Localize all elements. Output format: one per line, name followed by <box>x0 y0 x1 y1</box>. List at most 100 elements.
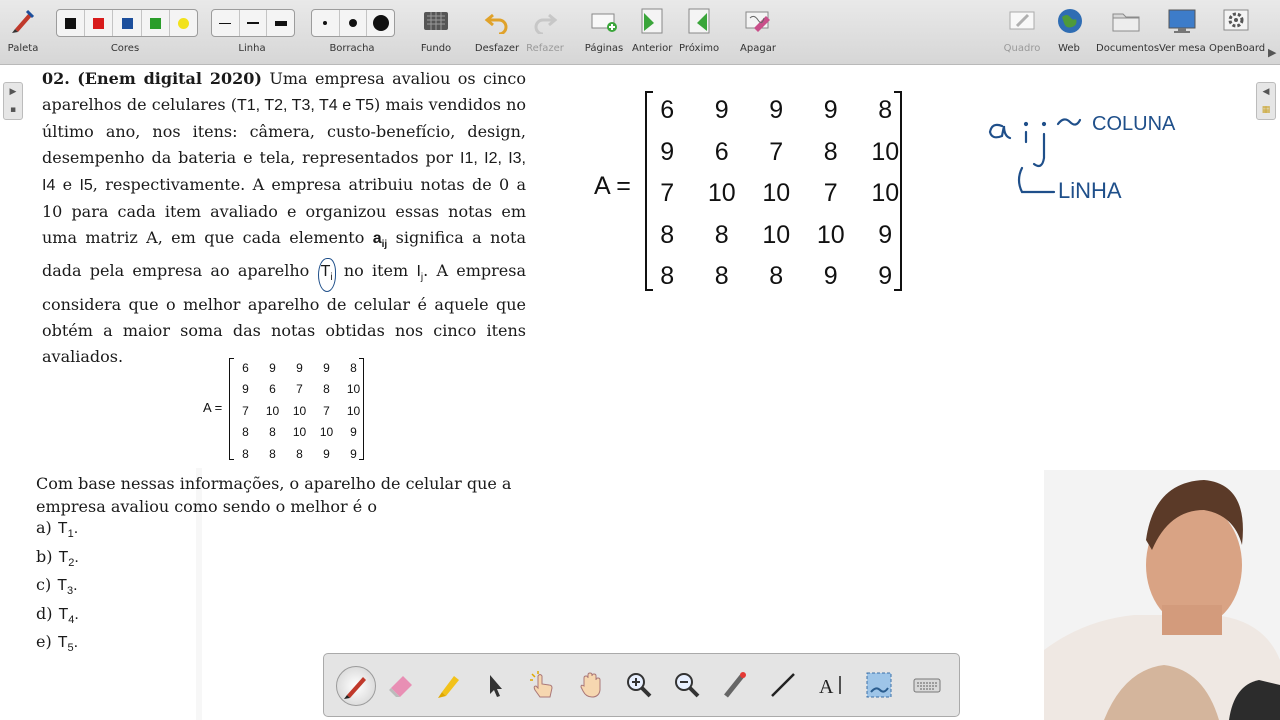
desktop-label: Ver mesa <box>1159 43 1206 54</box>
small-matrix-cell: 10 <box>319 425 334 440</box>
handwriting-linha: LiNHA <box>1058 178 1122 203</box>
big-matrix-cell: 6 <box>660 96 675 125</box>
laser-pointer-tool[interactable] <box>716 666 754 704</box>
big-matrix-cell: 8 <box>714 262 729 291</box>
small-matrix-grid: 6 9 9 9 8 9 6 7 8 10 7 10 10 7 10 8 8 10 10 9 8 8 8 9 9 <box>232 357 367 465</box>
big-matrix-cell: 10 <box>707 179 736 208</box>
desktop-monitor-icon[interactable] <box>1167 6 1197 36</box>
pages-icon[interactable] <box>589 6 619 36</box>
zoom-out-tool[interactable] <box>668 666 706 704</box>
small-matrix-cell: 9 <box>350 425 357 440</box>
handwriting-j <box>1032 132 1046 168</box>
previous-page-label: Anterior <box>632 43 673 54</box>
line-medium-option[interactable] <box>240 10 268 36</box>
interact-tool[interactable] <box>524 666 562 704</box>
openboard-settings-icon[interactable] <box>1221 6 1251 36</box>
small-matrix-cell: 10 <box>292 425 307 440</box>
toolbar-overflow-icon[interactable]: ▶ <box>1268 46 1276 59</box>
answer-option: a) T1. <box>36 518 79 547</box>
big-matrix-cell: 10 <box>762 220 791 249</box>
eraser-large-option[interactable] <box>367 10 394 36</box>
big-matrix-cell: 8 <box>660 262 675 291</box>
small-matrix-cell: 8 <box>350 360 357 375</box>
hand-tool[interactable] <box>572 666 610 704</box>
previous-page-icon[interactable] <box>637 6 667 36</box>
redo-icon[interactable] <box>530 6 560 36</box>
pointing-hand-icon <box>530 671 553 698</box>
answer-option: c) T3. <box>36 575 79 604</box>
device-list: T1, T2, T3, T4 e T5 <box>236 97 375 114</box>
right-panel-toggle[interactable]: ◀ ▦ <box>1256 82 1276 120</box>
drawing-tools-bar: A <box>323 653 960 717</box>
color-swatch-green[interactable] <box>142 10 170 36</box>
capture-tool[interactable] <box>860 666 898 704</box>
openboard-label: OpenBoard <box>1209 43 1266 54</box>
small-matrix-cell: 10 <box>346 382 361 397</box>
background-icon[interactable] <box>421 6 451 36</box>
color-swatch-blue[interactable] <box>113 10 142 36</box>
highlighter-tool[interactable] <box>430 666 468 704</box>
item-five: I5 <box>79 177 93 194</box>
eraser-small-option[interactable] <box>312 10 340 36</box>
hand-icon <box>580 672 601 698</box>
eraser-size-selector[interactable] <box>311 9 395 37</box>
next-page-label: Próximo <box>679 43 720 54</box>
background-label: Fundo <box>420 43 452 54</box>
option-value: T5. <box>57 634 79 655</box>
board-icon[interactable] <box>1007 6 1037 36</box>
big-matrix-cell: 8 <box>660 220 675 249</box>
palette-label: Paleta <box>7 43 39 54</box>
color-swatch-yellow[interactable] <box>170 10 197 36</box>
option-letter: b) <box>36 546 53 566</box>
answer-option: d) T4. <box>36 604 79 633</box>
color-swatch-black[interactable] <box>57 10 86 36</box>
zoom-out-icon <box>675 673 700 698</box>
big-matrix-cell: 10 <box>871 179 900 208</box>
undo-label: Desfazer <box>474 43 520 54</box>
eraser-tool[interactable] <box>382 666 420 704</box>
line-thin-option[interactable] <box>212 10 240 36</box>
grip-icon: ▪ <box>9 105 17 115</box>
tilde-arrow <box>1056 118 1082 126</box>
big-matrix-cell: 9 <box>878 220 893 249</box>
big-matrix-cell: 9 <box>823 262 838 291</box>
undo-icon[interactable] <box>482 6 512 36</box>
text-icon: A <box>819 676 841 698</box>
line-thick-option[interactable] <box>267 10 294 36</box>
capture-icon <box>866 672 892 698</box>
zoom-in-tool[interactable] <box>620 666 658 704</box>
next-page-icon[interactable] <box>684 6 714 36</box>
pages-label: Páginas <box>584 43 624 54</box>
small-matrix-cell: 6 <box>242 360 249 375</box>
big-matrix-cell: 10 <box>871 137 900 166</box>
small-matrix-cell: 9 <box>296 360 303 375</box>
text-tool[interactable]: A <box>812 666 850 704</box>
line-tool[interactable] <box>764 666 802 704</box>
big-matrix-cell: 8 <box>769 262 784 291</box>
clear-page-icon[interactable] <box>743 6 773 36</box>
option-letter: a) <box>36 518 52 537</box>
left-panel-toggle[interactable]: ▶ ▪ <box>3 82 23 120</box>
small-matrix-cell: 9 <box>350 446 357 461</box>
big-matrix-cell: 9 <box>660 137 675 166</box>
colors-selector[interactable] <box>56 9 198 37</box>
palette-icon[interactable] <box>8 6 38 36</box>
big-matrix-cell: 9 <box>823 96 838 125</box>
option-value: T2. <box>58 548 79 569</box>
eraser-medium-option[interactable] <box>340 10 368 36</box>
small-matrix-cell: 8 <box>269 446 276 461</box>
small-matrix-cell: 8 <box>242 425 249 440</box>
documents-label: Documentos <box>1096 43 1160 54</box>
big-matrix-grid: 6 9 9 9 8 9 6 7 8 10 7 10 10 7 10 8 8 10 10 9 8 8 8 9 9 <box>640 90 913 298</box>
question-text: 02. (Enem digital 2020) Uma empresa aval… <box>36 66 526 370</box>
documents-folder-icon[interactable] <box>1111 6 1141 36</box>
big-matrix-cell: 7 <box>660 179 675 208</box>
line-width-selector[interactable] <box>211 9 295 37</box>
color-swatch-red[interactable] <box>85 10 114 36</box>
pen-tool[interactable] <box>336 666 376 706</box>
virtual-keyboard-tool[interactable] <box>908 666 946 704</box>
web-globe-icon[interactable] <box>1055 6 1085 36</box>
small-matrix-cell: 6 <box>269 382 276 397</box>
arrow-left-icon: ◀ <box>1262 87 1270 97</box>
selector-tool[interactable] <box>476 666 514 704</box>
